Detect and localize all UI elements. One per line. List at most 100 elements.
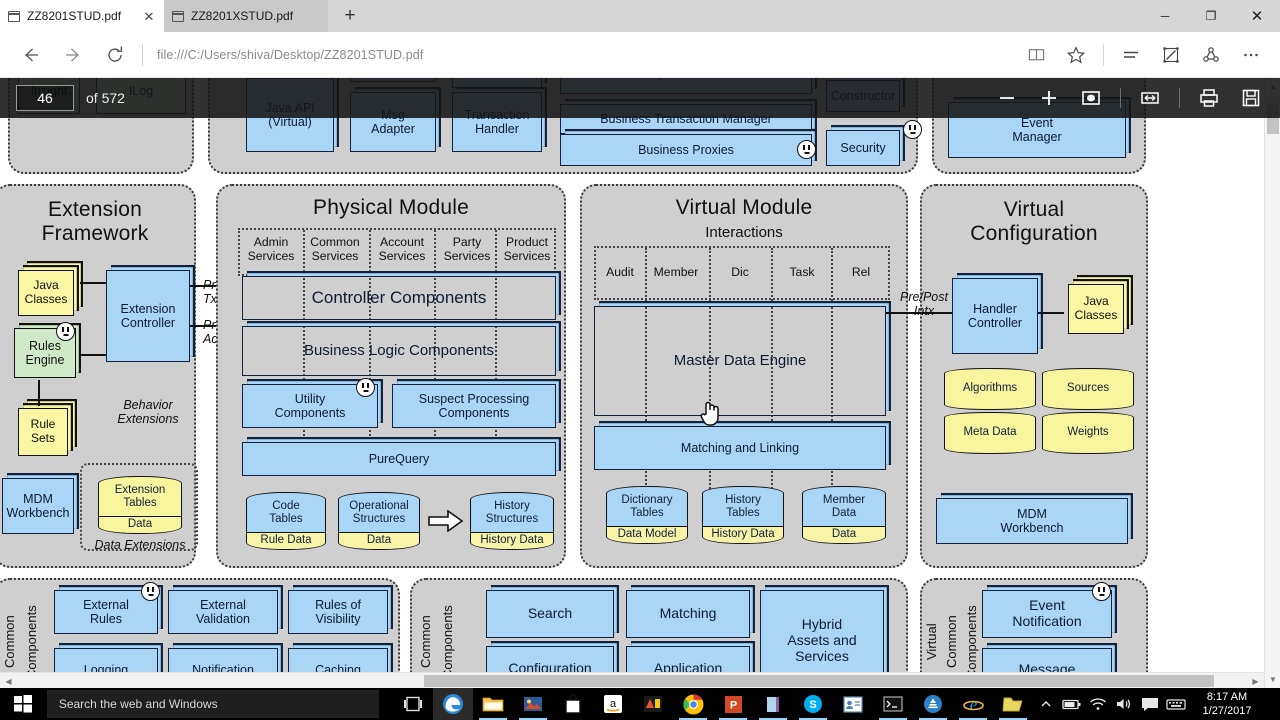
file-explorer-icon[interactable] bbox=[473, 688, 513, 720]
print-icon[interactable] bbox=[1188, 78, 1230, 118]
battery-icon[interactable] bbox=[1059, 688, 1085, 720]
cmd-icon[interactable] bbox=[873, 688, 913, 720]
media-app-icon[interactable] bbox=[633, 688, 673, 720]
arrow-line bbox=[1038, 312, 1064, 314]
box-suspect-processing: Suspect Processing Components bbox=[392, 384, 556, 428]
share-icon[interactable] bbox=[1192, 36, 1230, 74]
volume-icon[interactable] bbox=[1111, 688, 1137, 720]
photos-icon[interactable] bbox=[513, 688, 553, 720]
physical-module-title: Physical Module bbox=[218, 196, 564, 220]
fit-page-icon[interactable] bbox=[1070, 78, 1112, 118]
back-icon[interactable] bbox=[10, 34, 52, 76]
physical-col-0: Admin Services bbox=[240, 236, 302, 264]
socket-icon bbox=[903, 120, 922, 139]
maximize-button[interactable]: ❐ bbox=[1188, 0, 1234, 32]
close-window-button[interactable]: ✕ bbox=[1234, 0, 1280, 32]
tab-title: ZZ8201STUD.pdf bbox=[27, 9, 135, 23]
cylinder-top-label: Dictionary Tables bbox=[621, 487, 672, 520]
physical-col-4: Product Services bbox=[496, 236, 558, 264]
show-desktop-button[interactable] bbox=[1269, 688, 1276, 720]
scroll-down-icon[interactable]: ▼ bbox=[1265, 671, 1280, 688]
address-bar[interactable]: file:///C:/Users/shiva/Desktop/ZZ8201STU… bbox=[142, 34, 1017, 76]
box-business-logic-components: Business Logic Components bbox=[242, 326, 556, 376]
zoom-out-button[interactable] bbox=[986, 78, 1028, 118]
physical-col-2: Account Services bbox=[371, 236, 433, 264]
pdf-tab-icon bbox=[172, 11, 184, 22]
address-divider bbox=[142, 44, 143, 66]
cylinder-history-tables: History Tables History Data bbox=[702, 486, 784, 544]
task-view-icon[interactable] bbox=[393, 688, 433, 720]
app-blue-icon[interactable] bbox=[913, 688, 953, 720]
browser-tab-1[interactable]: ZZ8201STUD.pdf ✕ bbox=[0, 0, 164, 32]
browser-window: ZZ8201STUD.pdf ✕ ZZ8201XSTUD.pdf + ─ ❐ ✕… bbox=[0, 0, 1280, 688]
powerpoint-icon[interactable]: P bbox=[713, 688, 753, 720]
box-purequery: PureQuery bbox=[242, 442, 556, 476]
horizontal-scroll-thumb[interactable] bbox=[424, 675, 1214, 687]
box-configuration: Configuration bbox=[486, 646, 614, 672]
refresh-icon[interactable] bbox=[94, 34, 136, 76]
amazon-icon[interactable]: a bbox=[593, 688, 633, 720]
more-options-icon[interactable] bbox=[1232, 36, 1270, 74]
onenote-icon[interactable] bbox=[753, 688, 793, 720]
reading-view-icon[interactable] bbox=[1017, 36, 1055, 74]
web-note-icon[interactable] bbox=[1152, 36, 1190, 74]
store-icon[interactable] bbox=[553, 688, 593, 720]
box-logging: Logging bbox=[54, 648, 158, 672]
label-behavior-extensions: Behavior Extensions bbox=[100, 398, 196, 426]
taskbar-search-input[interactable]: Search the web and Windows bbox=[47, 690, 379, 718]
minimize-button[interactable]: ─ bbox=[1142, 0, 1188, 32]
folder-yellow-icon[interactable] bbox=[993, 688, 1033, 720]
cylinder-operational-structures: Operational Structures Data bbox=[338, 492, 420, 550]
save-icon[interactable] bbox=[1230, 78, 1272, 118]
box-label: Controller Components bbox=[312, 288, 487, 307]
clock-time: 8:17 AM bbox=[1189, 690, 1265, 704]
scroll-right-icon[interactable]: ▶ bbox=[1247, 673, 1264, 688]
skype-icon[interactable]: S bbox=[793, 688, 833, 720]
cylinder-dictionary-tables: Dictionary Tables Data Model bbox=[606, 486, 688, 544]
browser-tab-2[interactable]: ZZ8201XSTUD.pdf bbox=[164, 0, 328, 32]
cylinder-top-label: Operational Structures bbox=[349, 493, 408, 526]
stack-rule-sets: Rule Sets bbox=[18, 408, 68, 456]
start-button-icon[interactable] bbox=[0, 688, 47, 720]
virtual-col-2: Dic bbox=[712, 266, 768, 280]
box-hybrid-assets-and-services: Hybrid Assets and Services bbox=[760, 590, 884, 672]
edge-icon[interactable] bbox=[433, 688, 473, 720]
cylinder-top-label: Member Data bbox=[823, 487, 865, 520]
label-virtual-right: Virtual bbox=[924, 586, 939, 672]
cylinder-sources: Sources bbox=[1042, 368, 1134, 410]
box-event-notification: Event Notification bbox=[982, 590, 1112, 638]
fit-width-icon[interactable] bbox=[1129, 78, 1171, 118]
horizontal-scrollbar[interactable]: ◀ ▶ bbox=[0, 672, 1264, 688]
new-tab-button[interactable]: + bbox=[328, 0, 372, 32]
contacts-icon[interactable] bbox=[833, 688, 873, 720]
cylinder-bottom-label: History Data bbox=[471, 532, 553, 549]
action-center-icon[interactable] bbox=[1137, 688, 1163, 720]
svg-text:P: P bbox=[729, 699, 736, 711]
page-total-label: of 572 bbox=[86, 90, 125, 106]
close-icon[interactable]: ✕ bbox=[142, 10, 156, 23]
vertical-scrollbar[interactable]: ▲ ▼ bbox=[1264, 78, 1280, 688]
stack-java-classes-right: Java Classes bbox=[1068, 284, 1124, 334]
show-hidden-icons-chevron-icon[interactable] bbox=[1033, 688, 1059, 720]
zoom-in-button[interactable] bbox=[1028, 78, 1070, 118]
arrow-line bbox=[886, 312, 952, 314]
forward-icon[interactable] bbox=[52, 34, 94, 76]
cylinder-code-tables: Code Tables Rule Data bbox=[246, 492, 326, 550]
box-mdm-workbench-right: MDM Workbench bbox=[936, 498, 1128, 544]
wifi-icon[interactable] bbox=[1085, 688, 1111, 720]
svg-text:S: S bbox=[809, 699, 816, 711]
cylinder-top-label: Weights bbox=[1067, 413, 1108, 439]
page-number-input[interactable]: 46 bbox=[16, 85, 74, 111]
browser-actions bbox=[1017, 36, 1270, 74]
arrow-line bbox=[80, 354, 106, 356]
pdf-toolbar-actions bbox=[986, 78, 1280, 118]
pdf-viewer[interactable]: Insight ILog Java API (Virtual) Services… bbox=[0, 78, 1280, 688]
scroll-left-icon[interactable]: ◀ bbox=[0, 673, 17, 688]
box-message: Message bbox=[982, 648, 1112, 672]
favorites-star-icon[interactable] bbox=[1057, 36, 1095, 74]
keyboard-icon[interactable] bbox=[1163, 688, 1189, 720]
hub-icon[interactable] bbox=[1112, 36, 1150, 74]
internet-explorer-icon[interactable]: e bbox=[953, 688, 993, 720]
chrome-icon[interactable] bbox=[673, 688, 713, 720]
taskbar-clock[interactable]: 8:17 AM 1/27/2017 bbox=[1189, 690, 1269, 719]
